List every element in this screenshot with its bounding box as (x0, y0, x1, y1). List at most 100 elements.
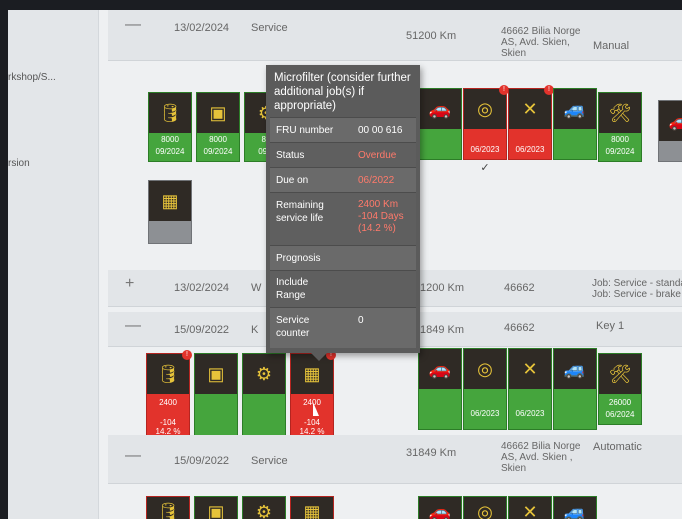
row-dealer: 46662 (504, 282, 535, 294)
service-tile[interactable]: ✕ ! 06/2023 (508, 85, 554, 160)
tile-km: 26000 (608, 398, 632, 407)
tile-date: 06/2023 (470, 409, 500, 418)
row-type: Service (251, 22, 288, 34)
expand-toggle[interactable]: + (125, 275, 134, 293)
service-tile[interactable]: 🛢 8000 09/2024 (148, 92, 192, 162)
car-lift-icon: 🚗 (419, 497, 461, 519)
oil-can-icon: 🛢 (147, 354, 189, 394)
battery-icon: ▣ (197, 93, 239, 133)
status-label: Status (276, 150, 305, 161)
row-km: 1849 Km (420, 324, 465, 336)
car-lift-icon: 🚙 (554, 497, 596, 519)
service-tile[interactable]: 🚗 (418, 496, 462, 519)
wrench-icon: ✕ (509, 497, 551, 519)
service-tile[interactable]: 🛠 26000 06/2024 (598, 353, 642, 425)
service-tile[interactable]: 🚗 (418, 88, 462, 160)
brake-disc-icon: ◎ (464, 497, 506, 519)
tooltip-title: Microfilter (consider further additional… (274, 72, 411, 112)
tooltip-row-status: Status Overdue (270, 142, 416, 167)
sidebar-item-version[interactable]: rsion (8, 158, 30, 169)
service-tile[interactable]: 🛠 8000 09/2024 (598, 92, 642, 162)
row-type: Service (251, 455, 288, 467)
row-dealer: 46662 Bilia Norge AS, Avd. Skien , Skien (501, 441, 581, 474)
tile-date: 09/2024 (155, 147, 185, 156)
service-tile[interactable]: 🚙 (553, 496, 597, 519)
oil-can-icon: 🛢 (149, 93, 191, 133)
counter-label: Service counter (276, 315, 310, 339)
row-type: W (251, 282, 262, 294)
brake-disc-icon: ◎ (464, 89, 506, 129)
service-tile[interactable]: ▣ (194, 353, 238, 439)
collapse-toggle[interactable]: — (125, 317, 141, 335)
service-tile[interactable]: ⚙ (242, 496, 286, 519)
service-tile[interactable]: ⚙ (242, 353, 286, 439)
row-date: 13/02/2024 (174, 22, 230, 34)
tooltip-row-prognosis: Prognosis (270, 245, 416, 270)
service-tile[interactable]: ◎ (463, 496, 507, 519)
tile-days: -104 (303, 418, 320, 427)
service-tile[interactable]: ▣ 8000 09/2024 (196, 92, 240, 162)
service-tile[interactable]: ▣ (194, 496, 238, 519)
tooltip-row-counter: Service counter 0 (270, 307, 416, 348)
collapse-toggle[interactable]: — (125, 447, 141, 465)
service-tile[interactable]: ✕ 06/2023 (508, 348, 552, 430)
tile-date: 06/2024 (605, 410, 635, 419)
car-lift-icon: 🚙 (554, 89, 596, 129)
service-tile[interactable]: 🚗 (418, 348, 462, 430)
due-label: Due on (276, 175, 309, 186)
screen: rkshop/S... rsion — 13/02/2024 Service 5… (8, 10, 682, 519)
tile-date: 09/2024 (203, 147, 233, 156)
car-lift-icon: 🛠 (599, 93, 641, 133)
service-row[interactable]: — 15/09/2022 Service 31849 Km 46662 Bili… (108, 435, 682, 484)
check-icon: ✓ (480, 162, 490, 174)
tooltip-row-due: Due on 06/2022 (270, 167, 416, 192)
range-label: Include Range (276, 277, 309, 301)
brake-disc-icon: ◎ (464, 349, 506, 389)
car-lift-icon: 🛠 (599, 354, 641, 394)
tile-date: 06/2023 (515, 145, 545, 154)
spark-plug-icon: ⚙ (243, 354, 285, 394)
row-type: K (251, 324, 259, 336)
wrench-icon: ✕ (509, 349, 551, 389)
fru-value: 00 00 616 (358, 125, 403, 136)
service-tile[interactable]: ▦ ! 2400 -104 14.2 % (290, 350, 336, 439)
due-value: 06/2022 (358, 175, 395, 186)
row-date: 15/09/2022 (174, 324, 230, 336)
service-tile[interactable]: ◎ 06/2023 (463, 348, 507, 430)
counter-value: 0 (358, 315, 364, 326)
tooltip-arrow (311, 353, 327, 361)
service-row[interactable]: — 13/02/2024 Service 51200 Km 46662 Bili… (108, 10, 682, 61)
row-note: Manual (593, 40, 630, 52)
service-tile[interactable]: 🛢 ! 2400 -104 14.2 % (146, 350, 192, 439)
service-tile[interactable]: ✕ (508, 496, 552, 519)
battery-icon: ▣ (195, 497, 237, 519)
service-tile[interactable]: ▦ (290, 496, 334, 519)
row-km: 31849 Km (406, 447, 457, 459)
service-tile[interactable]: 🚗 (658, 100, 682, 162)
oil-can-icon: 🛢 (147, 497, 189, 519)
service-tile[interactable]: ◎ ! 06/2023 ✓ (463, 85, 509, 174)
car-lift-icon: 🚙 (554, 349, 596, 389)
tile-date: 06/2023 (515, 409, 545, 418)
status-value: Overdue (358, 150, 397, 161)
row-km: 51200 Km (406, 30, 457, 42)
sidebar-item-workshop[interactable]: rkshop/S... (8, 72, 56, 83)
collapse-toggle[interactable]: — (125, 16, 141, 34)
battery-icon: ▣ (195, 354, 237, 394)
remaining-value: 2400 Km -104 Days (14.2 %) (358, 199, 404, 234)
service-tile[interactable]: 🛢 (146, 496, 190, 519)
service-tile[interactable]: 🚙 (553, 348, 597, 430)
sidebar: rkshop/S... rsion (8, 10, 99, 519)
service-tile[interactable]: ▦ (148, 180, 192, 244)
tile-date: 06/2023 (470, 145, 500, 154)
tooltip-row-fru: FRU number 00 00 616 (270, 117, 416, 142)
row-date: 15/09/2022 (174, 455, 230, 467)
tile-km: 2400 (159, 398, 177, 407)
prognosis-label: Prognosis (276, 253, 321, 264)
mouse-cursor-icon (313, 402, 319, 416)
row-dealer: 46662 Bilia Norge AS, Avd. Skien, Skien (501, 26, 581, 59)
row-km: 1200 Km (420, 282, 465, 294)
service-tile[interactable]: 🚙 (553, 88, 597, 160)
wrench-icon: ✕ (509, 89, 551, 129)
row-note: Job: Service - standa Job: Service - bra… (592, 278, 682, 300)
